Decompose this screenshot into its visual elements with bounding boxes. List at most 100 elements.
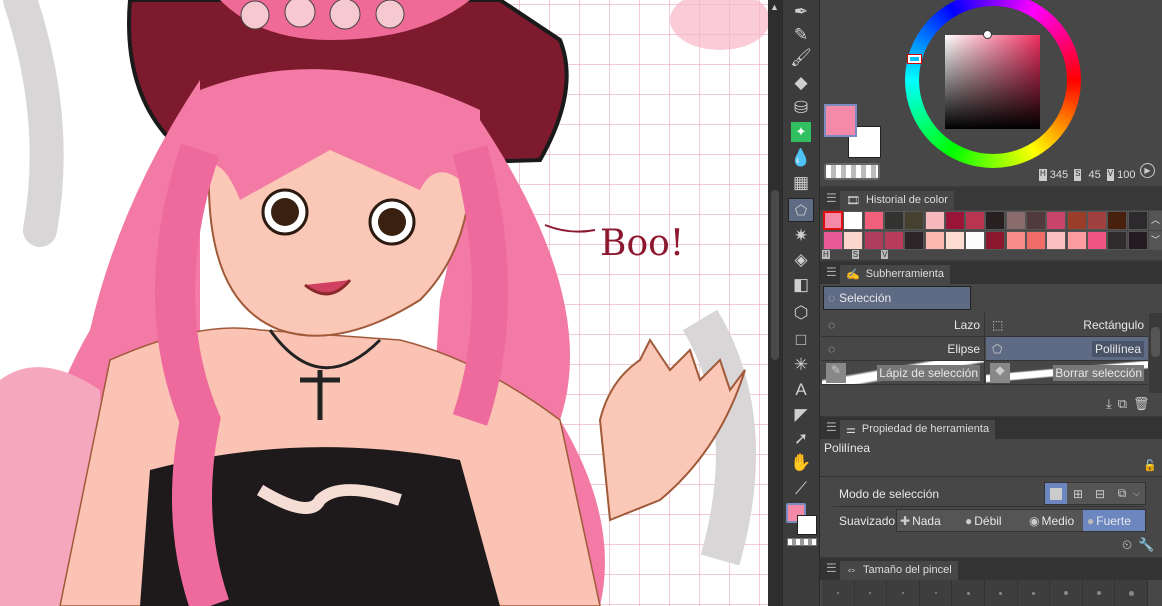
panel-menu-icon[interactable]: ☰ [826, 420, 837, 434]
subtool-lazo[interactable]: ◌ Lazo [822, 313, 985, 337]
eraser-tool-icon[interactable]: ◆ [788, 71, 814, 95]
color-history-swatch[interactable] [843, 211, 864, 230]
subtool-lapiz-seleccion[interactable]: ✎ Lápiz de selección [822, 361, 985, 385]
panel-menu-icon[interactable]: ☰ [826, 191, 837, 205]
airbrush-tool-icon[interactable]: ⛁ [788, 96, 814, 120]
tab-brush-size[interactable]: ⇔ Tamaño del pincel [840, 561, 958, 580]
3d-object-tool-icon[interactable]: ⬡ [788, 301, 814, 325]
smooth-fuerte[interactable]: ● Fuerte [1083, 510, 1145, 531]
saturation-value-square[interactable] [945, 35, 1040, 129]
fill-tool-icon[interactable]: ◈ [788, 248, 814, 272]
reset-icon[interactable]: ⏲ [1122, 537, 1132, 553]
color-history-swatch[interactable] [863, 231, 884, 250]
color-history-swatch[interactable] [1026, 231, 1046, 250]
delete-subtool-icon[interactable]: 🗑 [1133, 396, 1150, 412]
color-history-swatch[interactable] [985, 211, 1006, 230]
scroll-up-icon[interactable]: ▲ [770, 2, 779, 12]
color-history-swatch[interactable] [904, 211, 925, 230]
color-history-swatch[interactable] [1005, 211, 1026, 230]
color-history-swatch[interactable] [1066, 231, 1087, 250]
brush-size-preset[interactable] [1082, 580, 1116, 606]
balloon-tool-icon[interactable]: ◤ [788, 403, 814, 427]
brush-size-preset[interactable] [1050, 580, 1083, 606]
color-history-swatch[interactable] [1127, 231, 1148, 250]
scrollbar-thumb[interactable] [771, 190, 779, 360]
hand-tool-icon[interactable]: ✋ [788, 451, 814, 475]
sub-color-swatch[interactable] [797, 515, 817, 535]
smooth-nada[interactable]: ✚ Nada [897, 514, 959, 528]
duplicate-subtool-icon[interactable]: ⧉ [1118, 396, 1127, 412]
operation-tool-icon[interactable]: ➚ [788, 427, 814, 451]
h-sort-button[interactable]: H [822, 250, 830, 259]
add-selection-button[interactable]: ⊞ [1067, 487, 1089, 501]
lock-icon[interactable]: 🔓 [1143, 459, 1157, 472]
panel-menu-icon[interactable]: ☰ [826, 561, 837, 575]
smooth-medio[interactable]: ◉ Medio [1021, 514, 1083, 528]
brush-tool-icon[interactable]: 🖌 [788, 46, 814, 70]
drawing-canvas[interactable]: Boo! [0, 0, 768, 606]
color-history-swatch[interactable] [965, 211, 986, 230]
new-selection-button[interactable] [1045, 483, 1067, 504]
color-history-swatch[interactable] [924, 211, 945, 230]
blend-tool-icon[interactable]: 💧 [788, 146, 814, 170]
frame-tool-icon[interactable]: ✳ [788, 353, 814, 377]
subtool-rectangulo[interactable]: ⬚ Rectángulo [986, 313, 1148, 337]
subtool-elipse[interactable]: ◌ Elipse [822, 337, 985, 361]
color-history-swatch[interactable] [1107, 211, 1128, 230]
decoration-tool-icon[interactable]: ✦ [788, 120, 814, 144]
canvas-vertical-scrollbar[interactable]: ▲ [768, 0, 782, 606]
color-history-swatch[interactable] [944, 211, 965, 230]
figure-ruler-tool-icon[interactable]: ▦ [788, 171, 814, 195]
brush-size-preset[interactable] [984, 580, 1018, 606]
gradient-tool-icon[interactable]: ◧ [788, 273, 814, 297]
color-history-swatch[interactable] [883, 211, 904, 230]
wrench-icon[interactable]: 🔧 [1138, 537, 1154, 553]
brush-size-preset[interactable] [1017, 580, 1051, 606]
history-scroll-down[interactable]: ﹀ [1149, 231, 1162, 250]
pen-tool-icon[interactable]: ✒ [788, 0, 814, 24]
brush-size-preset[interactable] [887, 580, 920, 606]
color-history-swatch[interactable] [883, 231, 904, 250]
color-history-swatch[interactable] [823, 231, 843, 250]
hue-marker[interactable] [907, 54, 922, 64]
color-history-swatch[interactable] [944, 231, 965, 250]
color-history-swatch[interactable] [1046, 211, 1067, 230]
color-history-swatch[interactable] [843, 231, 864, 250]
subtool-scrollbar[interactable] [1149, 313, 1162, 393]
pencil-tool-icon[interactable]: ✎ [788, 23, 814, 47]
subtract-selection-button[interactable]: ⊟ [1089, 487, 1111, 501]
brush-size-preset[interactable] [1115, 580, 1148, 606]
sv-marker[interactable] [983, 30, 992, 39]
intersect-selection-button[interactable]: ⧉ [1111, 486, 1133, 501]
color-history-swatch[interactable] [823, 211, 843, 230]
play-icon[interactable]: ▶ [1140, 163, 1155, 178]
color-history-swatch[interactable] [904, 231, 925, 250]
color-history-swatch[interactable] [1107, 231, 1128, 250]
history-scroll-up[interactable]: ︿ [1149, 211, 1162, 230]
import-subtool-icon[interactable]: ⤓ [1106, 396, 1112, 412]
brush-size-preset[interactable] [854, 580, 888, 606]
chevron-down-icon[interactable]: ⌵ [1133, 488, 1140, 499]
transparent-color-swatch[interactable] [787, 538, 817, 546]
tab-color-history[interactable]: 🎞 Historial de color [840, 191, 954, 210]
brush-size-preset[interactable] [822, 580, 855, 606]
figure-tool-icon[interactable]: □ [788, 328, 814, 352]
color-history-swatch[interactable] [965, 231, 986, 250]
color-history-swatch[interactable] [924, 231, 945, 250]
hue-ring[interactable] [905, 0, 1081, 168]
color-history-swatch[interactable] [863, 211, 884, 230]
s-sort-button[interactable]: S [851, 250, 860, 259]
smooth-debil[interactable]: ● Débil [959, 514, 1021, 528]
color-history-swatch[interactable] [1026, 211, 1046, 230]
text-tool-icon[interactable]: A [788, 378, 814, 402]
eyedropper-tool-icon[interactable]: ⟋ [788, 477, 814, 501]
subtool-borrar-seleccion[interactable]: ◆ Borrar selección [986, 361, 1148, 385]
color-history-swatch[interactable] [1005, 231, 1026, 250]
subtool-group-seleccion[interactable]: ◌ Selección [823, 286, 971, 310]
tab-subtool[interactable]: ✍ Subherramienta [840, 265, 950, 284]
panel-menu-icon[interactable]: ☰ [826, 265, 837, 279]
main-color-swatch-large[interactable] [824, 104, 857, 137]
color-history-swatch[interactable] [1127, 211, 1148, 230]
brush-size-preset[interactable] [919, 580, 953, 606]
selection-tool-icon[interactable]: ⬠ [788, 198, 814, 222]
